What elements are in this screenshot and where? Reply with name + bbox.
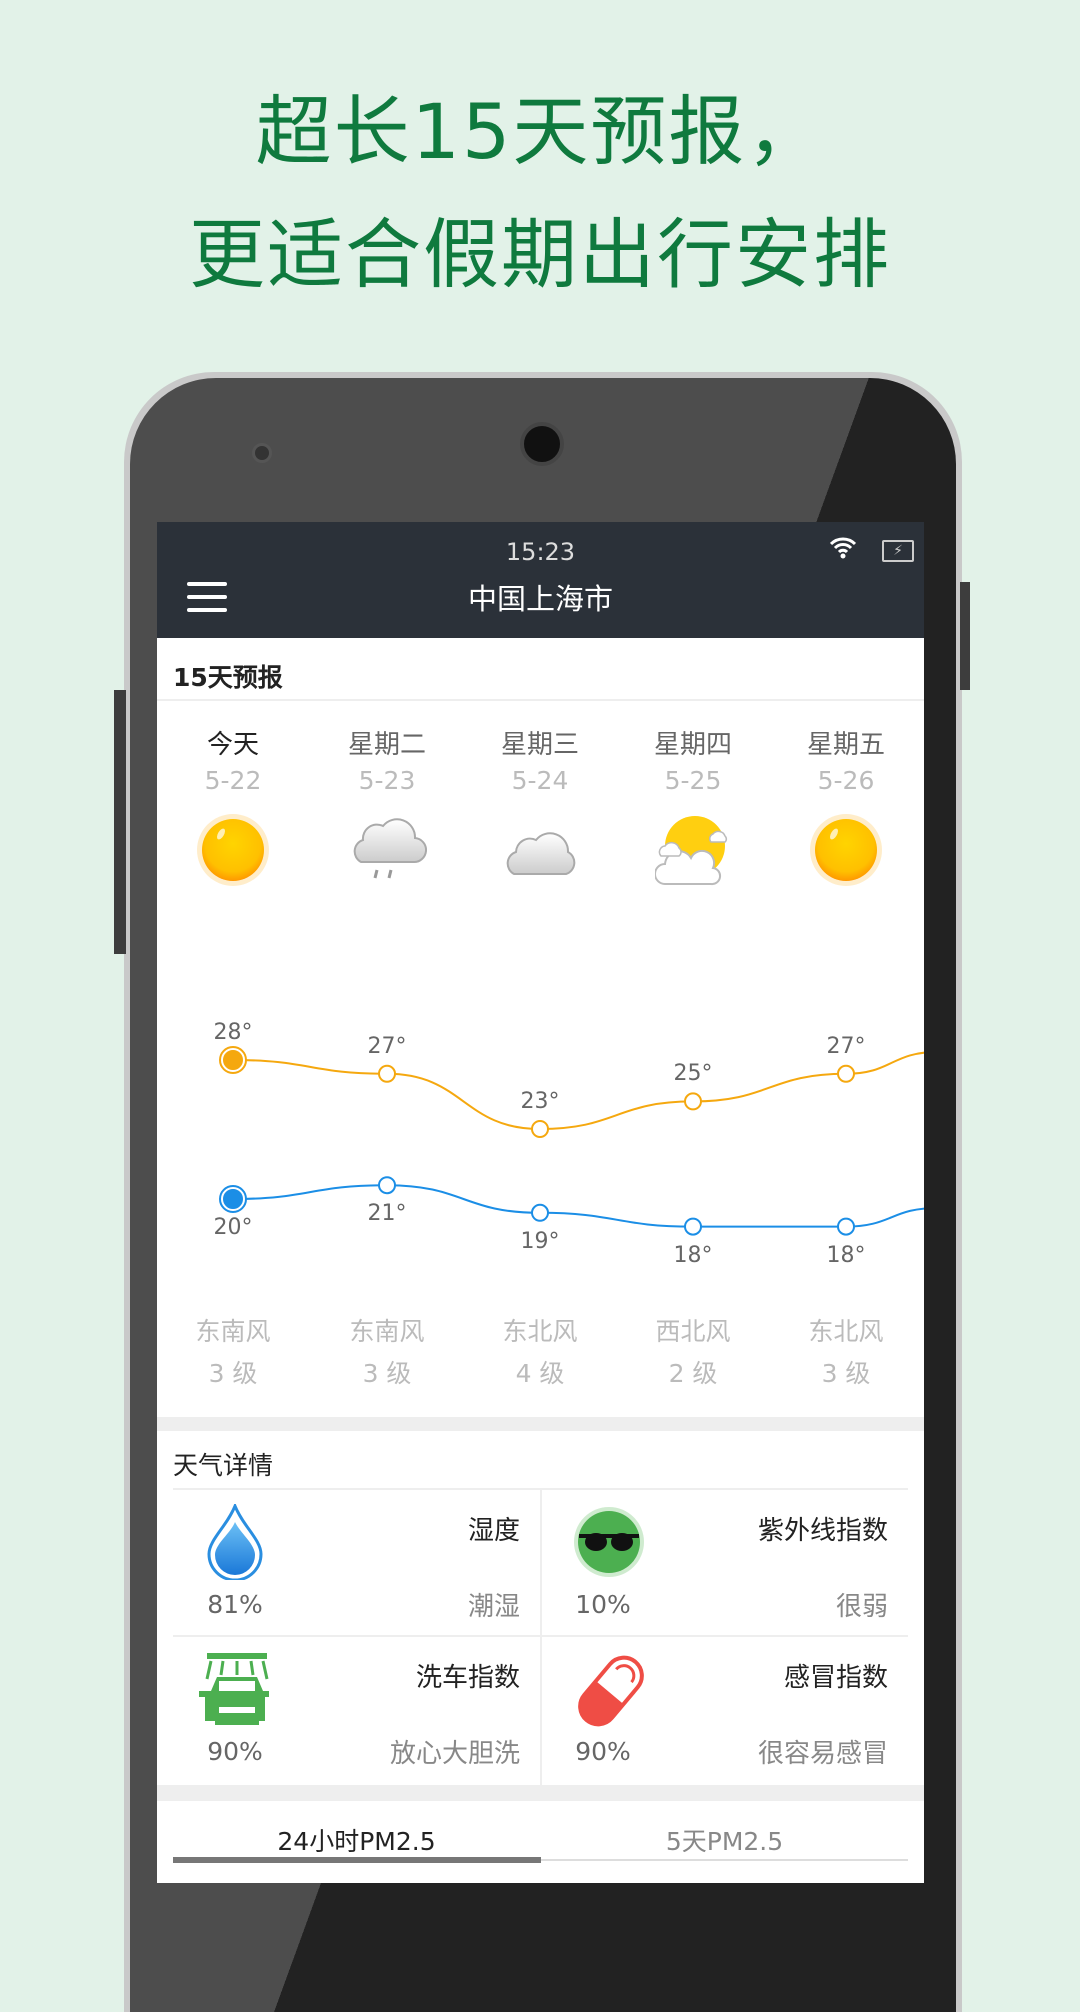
section-gap [157,1417,924,1431]
low-temp-point [378,1176,396,1195]
high-temp-label: 28° [213,1020,253,1045]
low-temp-point [837,1217,855,1236]
app-screen: 15:23 ⚡ 中国上海市 15天预报 今天 5-22 东南风 3 级星期二 5-23 东… [157,522,924,1883]
tab-24h-pm25[interactable]: 24小时PM2.5 [173,1822,540,1858]
high-temp-label: 27° [826,1033,866,1059]
water-drop-icon [207,1504,263,1580]
detail-humidity[interactable]: 81% 湿度 潮湿 [173,1490,540,1638]
sunglasses-icon [574,1507,644,1577]
high-temp-point [531,1120,549,1138]
uv-desc: 很弱 [835,1592,888,1622]
phone-sensor [252,443,272,463]
cold-label: 感冒指数 [783,1663,888,1693]
low-temp-label: 20° [213,1215,253,1240]
high-temp-point [378,1064,396,1083]
high-temp-point [837,1064,855,1083]
tab-5day-pm25[interactable]: 5天PM2.5 [541,1822,908,1858]
car-wash-icon [199,1653,269,1727]
phone-side-button-left [114,690,126,954]
cold-value: 90% [575,1737,631,1766]
section-gap [157,1785,924,1801]
uv-label: 紫外线指数 [757,1516,888,1546]
low-temp-label: 18° [826,1242,866,1268]
cold-desc: 很容易感冒 [757,1739,888,1769]
low-temp-point [223,1189,243,1209]
low-temp-point [684,1217,702,1236]
humidity-value: 81% [207,1590,263,1619]
high-temp-label: 27° [367,1033,407,1059]
phone-camera [520,422,564,466]
car-wash-desc: 放心大胆洗 [389,1739,520,1769]
detail-cold[interactable]: 90% 感冒指数 很容易感冒 [541,1637,908,1785]
pill-icon [578,1655,644,1727]
car-wash-label: 洗车指数 [415,1663,520,1693]
uv-value: 10% [575,1590,631,1619]
detail-uv[interactable]: 10% 紫外线指数 很弱 [541,1490,908,1638]
car-wash-value: 90% [207,1737,263,1766]
high-temp-label: 25° [673,1061,713,1087]
humidity-label: 湿度 [467,1516,520,1546]
promo-headline-1: 超长15天预报， [255,87,825,176]
promo-headline-2: 更适合假期出行安排 [189,210,891,299]
low-temp-label: 18° [673,1242,713,1268]
tab-indicator [173,1857,541,1863]
high-temp-label: 23° [520,1089,560,1114]
high-temp-point [684,1092,702,1111]
low-temp-label: 21° [367,1201,407,1227]
phone-side-button-right [960,582,970,690]
high-temp-point [223,1050,243,1070]
low-temp-point [531,1203,549,1222]
humidity-desc: 潮湿 [467,1592,520,1622]
details-section-title: 天气详情 [173,1451,274,1480]
low-temp-label: 19° [520,1228,560,1254]
low-temp-line [232,1184,924,1228]
detail-car-wash[interactable]: 90% 洗车指数 放心大胆洗 [173,1637,540,1785]
